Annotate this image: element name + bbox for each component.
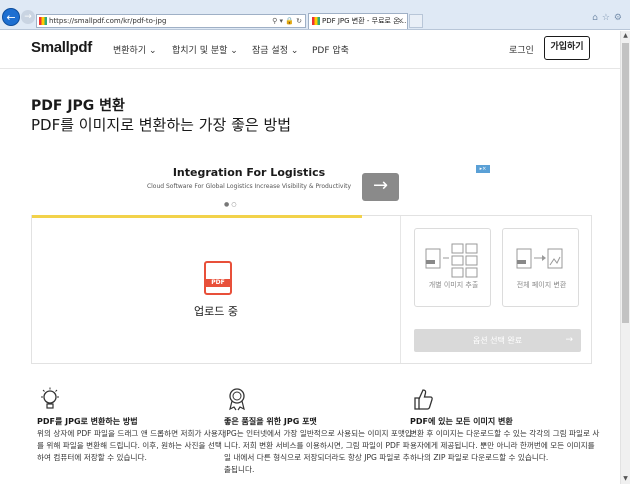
ad-arrow-button[interactable]: → xyxy=(362,173,399,201)
back-button[interactable]: ← xyxy=(2,8,20,26)
option-extract-label: 개별 이미지 추출 xyxy=(428,281,479,289)
ad-carousel-dots-icon[interactable]: ●○ xyxy=(224,201,238,208)
option-convert-pages[interactable]: 전체 페이지 변환 xyxy=(502,228,579,307)
pdf-file-icon: PDF xyxy=(204,261,232,295)
feature-all-images: PDF에 있는 모든 이미지 변환 변환 후 이미지는 다운로드할 수 있는 각… xyxy=(410,387,599,462)
award-ribbon-icon xyxy=(229,388,245,411)
page-title: PDF JPG 변환 xyxy=(31,98,125,114)
arrow-right-icon: → xyxy=(565,335,573,345)
browser-chrome: ← → https://smallpdf.com/kr/pdf-to-jpg ⚲… xyxy=(0,0,630,30)
scroll-up-icon[interactable]: ▲ xyxy=(621,31,630,41)
finish-options-button[interactable]: 옵션 선택 완료 → xyxy=(414,329,581,352)
thumbs-up-icon xyxy=(414,389,433,410)
logo[interactable]: Smallpdf xyxy=(31,39,92,56)
pdf-icon-label: PDF xyxy=(206,279,230,287)
extract-images-icon xyxy=(425,243,478,278)
tool-panel: PDF 업로드 중 개별 이미지 추출 전체 페이지 변환 옵션 선택 완료 → xyxy=(31,215,592,364)
feature-how-to: PDF를 JPG로 변환하는 방법 위의 상자에 PDF 파일을 드래그 앤 드… xyxy=(37,387,225,462)
ad-description: Cloud Software For Global Logistics Incr… xyxy=(146,183,352,190)
lightbulb-icon xyxy=(41,387,59,409)
feature-quality: 좋은 품질을 위한 JPG 포맷 JPG는 인터넷에서 가장 일반적으로 사용되… xyxy=(224,387,412,474)
tab-title: PDF JPG 변환 - 무료로 온... xyxy=(322,17,407,25)
feature-title: PDF에 있는 모든 이미지 변환 xyxy=(410,417,513,426)
forward-button[interactable]: → xyxy=(21,10,35,24)
panel-divider xyxy=(400,216,401,363)
favicon-icon xyxy=(39,17,47,25)
feature-title: 좋은 품질을 위한 JPG 포맷 xyxy=(224,417,317,426)
nav-merge-split[interactable]: 합치기 및 분할 ⌄ xyxy=(172,43,238,56)
tab-favicon-icon xyxy=(312,17,320,25)
page-scrollbar[interactable]: ▲ ▼ xyxy=(620,31,630,484)
window-controls-icon[interactable]: ⌂☆⚙ xyxy=(592,13,626,23)
site-header: Smallpdf 변환하기 ⌄ 합치기 및 분할 ⌄ 잠금 설정 ⌄ PDF 압… xyxy=(0,31,620,69)
url-text: https://smallpdf.com/kr/pdf-to-jpg xyxy=(49,17,167,25)
signup-button[interactable]: 가입하기 xyxy=(544,36,590,60)
feature-title: PDF를 JPG로 변환하는 방법 xyxy=(37,417,138,426)
browser-tab[interactable]: PDF JPG 변환 - 무료로 온... × xyxy=(308,13,408,29)
ad-title[interactable]: Integration For Logistics xyxy=(140,166,358,179)
login-link[interactable]: 로그인 xyxy=(509,43,534,56)
nav-convert[interactable]: 변환하기 ⌄ xyxy=(113,43,157,56)
ad-banner[interactable]: Integration For Logistics Cloud Software… xyxy=(140,163,492,215)
address-tools[interactable]: ⚲ ▾ 🔒 ↻ xyxy=(272,15,302,27)
scroll-thumb[interactable] xyxy=(622,43,629,323)
option-extract-images[interactable]: 개별 이미지 추출 xyxy=(414,228,491,307)
new-tab-button[interactable] xyxy=(409,14,423,28)
address-bar[interactable]: https://smallpdf.com/kr/pdf-to-jpg ⚲ ▾ 🔒… xyxy=(36,14,306,28)
feature-text: 변환 후 이미지는 다운로드할 수 있는 각각의 그림 파일로 사용자에게 제공… xyxy=(410,429,600,462)
nav-protect[interactable]: 잠금 설정 ⌄ xyxy=(252,43,298,56)
finish-label: 옵션 선택 완료 xyxy=(472,336,523,345)
upload-progress-bar xyxy=(32,215,362,218)
upload-status: 업로드 중 xyxy=(194,305,238,318)
tab-close-icon[interactable]: × xyxy=(397,14,404,28)
nav-compress[interactable]: PDF 압축 xyxy=(312,43,349,56)
option-convert-label: 전체 페이지 변환 xyxy=(516,281,567,289)
convert-pages-icon xyxy=(516,248,563,269)
ad-choices-icon[interactable]: ▸× xyxy=(476,165,490,173)
scroll-down-icon[interactable]: ▼ xyxy=(621,474,630,484)
feature-text: 위의 상자에 PDF 파일을 드래그 앤 드롭하면 저희가 사용자를 위해 파일… xyxy=(37,429,225,462)
page-subtitle: PDF를 이미지로 변환하는 가장 좋은 방법 xyxy=(31,116,292,134)
feature-text: JPG는 인터넷에서 가장 일반적으로 사용되는 이미지 포맷입니다. 저희 변… xyxy=(224,429,412,474)
